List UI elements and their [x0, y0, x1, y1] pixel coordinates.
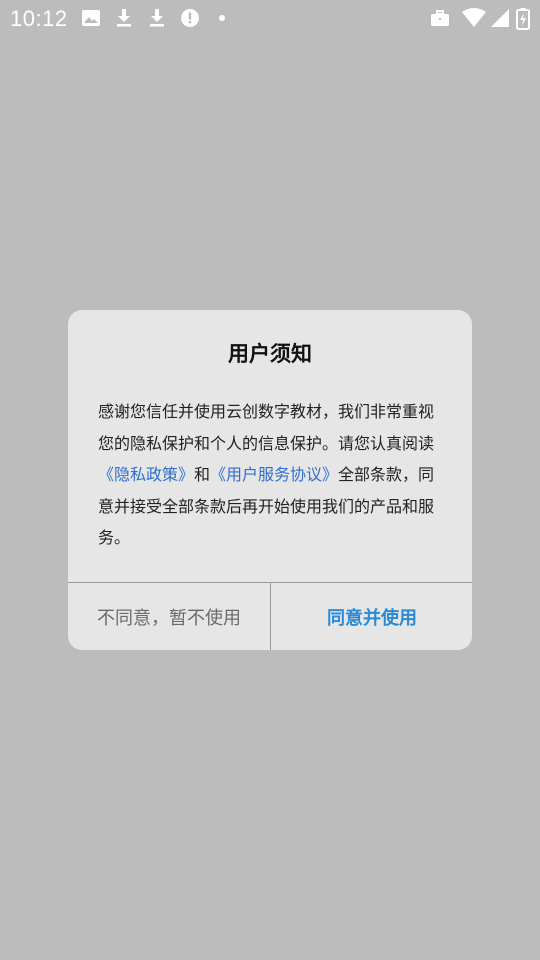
download-icon [147, 8, 167, 28]
status-time: 10:12 [10, 6, 68, 31]
decline-button[interactable]: 不同意，暂不使用 [68, 583, 270, 650]
screen: 10:12 用户须知 感谢您信任并使用云创数字教材，我们非常重视您的隐私保护和个… [0, 0, 540, 960]
dialog-body: 感谢您信任并使用云创数字教材，我们非常重视您的隐私保护和个人的信息保护。请您认真… [98, 396, 444, 554]
dialog-title: 用户须知 [228, 342, 312, 366]
user-agreement-link[interactable]: 《用户服务协议》 [210, 465, 338, 484]
dot-icon [212, 8, 232, 28]
briefcase-icon [430, 8, 450, 28]
user-notice-dialog: 用户须知 感谢您信任并使用云创数字教材，我们非常重视您的隐私保护和个人的信息保护… [68, 310, 472, 650]
wifi-icon [462, 8, 486, 28]
accept-button[interactable]: 同意并使用 [271, 583, 472, 650]
body-text-2: 和 [194, 465, 211, 484]
body-text-1: 感谢您信任并使用云创数字教材，我们非常重视您的隐私保护和个人的信息保护。请您认真… [98, 402, 435, 453]
privacy-policy-link[interactable]: 《隐私政策》 [98, 465, 194, 484]
download-icon [114, 8, 134, 28]
alert-icon [180, 8, 200, 28]
battery-charging-icon [516, 8, 530, 30]
status-bar: 10:12 [0, 0, 540, 38]
image-icon [81, 8, 101, 28]
signal-icon [490, 8, 510, 28]
